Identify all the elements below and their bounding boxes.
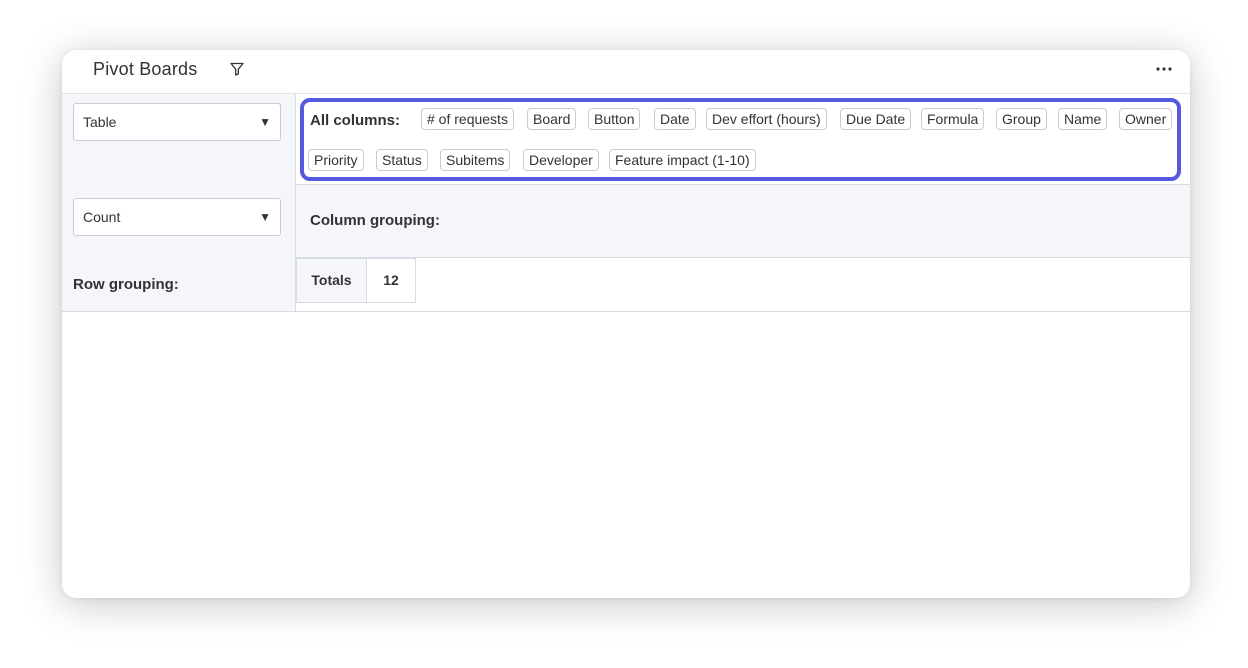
view-type-dropdown[interactable]: Table ▼ [73,103,281,141]
view-type-value: Table [83,114,117,130]
column-chip[interactable]: Status [376,149,428,171]
widget-header: Pivot Boards [62,50,1190,94]
column-chip[interactable]: Formula [921,108,985,130]
column-chip[interactable]: Owner [1119,108,1173,130]
column-chip[interactable]: Dev effort (hours) [706,108,827,130]
column-chip[interactable]: Developer [523,149,599,171]
all-columns-label: All columns: [310,112,401,129]
column-chip[interactable]: Name [1058,108,1108,130]
column-chip[interactable]: Group [996,108,1047,130]
column-chip[interactable]: Button [588,108,641,130]
filter-icon[interactable] [229,61,245,77]
column-chip[interactable]: Date [654,108,696,130]
column-chip[interactable]: Board [527,108,577,130]
column-grouping-label: Column grouping: [310,212,440,229]
column-chip[interactable]: Feature impact (1-10) [609,149,756,171]
row-grouping-label: Row grouping: [73,276,179,293]
column-chip[interactable]: # of requests [421,108,514,130]
widget-title: Pivot Boards [93,59,198,79]
pivot-boards-widget: Pivot Boards Table ▼ Count ▼ All columns… [62,50,1190,598]
column-chip[interactable]: Due Date [840,108,912,130]
totals-header-cell: Totals [296,258,367,303]
totals-value-cell: 12 [367,258,416,303]
more-options-icon[interactable] [1154,60,1174,78]
aggregation-value: Count [83,209,121,225]
column-chip[interactable]: Subitems [440,149,511,171]
column-chip[interactable]: Priority [308,149,364,171]
chevron-down-icon: ▼ [259,115,271,129]
chevron-down-icon: ▼ [259,210,271,224]
aggregation-dropdown[interactable]: Count ▼ [73,198,281,236]
